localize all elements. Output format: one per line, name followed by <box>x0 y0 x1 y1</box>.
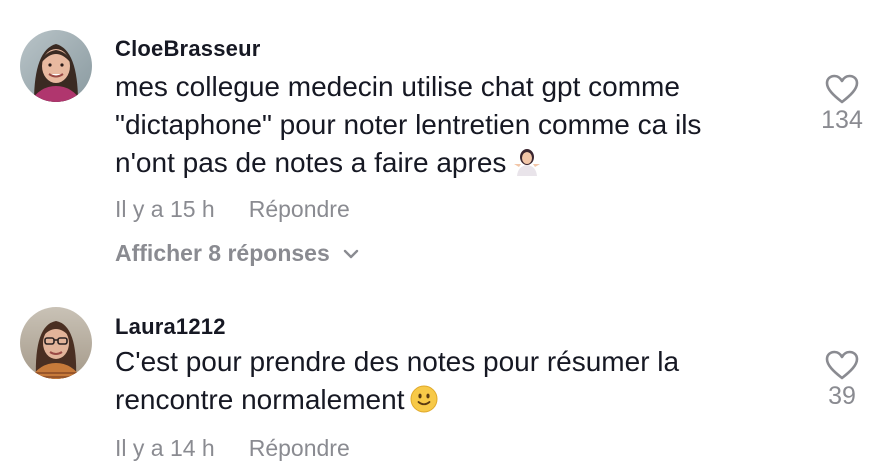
like-count: 134 <box>821 106 863 134</box>
avatar[interactable] <box>20 30 92 102</box>
comment-text-line: "dictaphone" pour noter lentretien comme… <box>115 109 702 140</box>
reply-button[interactable]: Répondre <box>249 196 350 222</box>
person-shrugging-emoji <box>512 146 542 186</box>
comment-list: CloeBrasseur mes collegue medecin utilis… <box>0 0 890 470</box>
comment-text-segment: n'ont pas de notes a faire apres <box>115 147 507 178</box>
like-control: 134 <box>812 74 872 135</box>
like-control: 39 <box>812 350 872 411</box>
comment-text: C'est pour prendre des notes pour résume… <box>115 343 795 423</box>
comment-item: CloeBrasseur mes collegue medecin utilis… <box>0 0 890 290</box>
comment-username[interactable]: CloeBrasseur <box>115 36 260 62</box>
heart-outline-icon[interactable] <box>825 74 859 104</box>
comment-time: Il y a 14 h <box>115 435 215 461</box>
comment-item: Laura1212 C'est pour prendre des notes p… <box>0 290 890 470</box>
view-replies-button[interactable]: Afficher 8 réponses <box>115 240 360 267</box>
comment-text-line: C'est pour prendre des notes pour résume… <box>115 346 680 377</box>
view-replies-label: Afficher 8 réponses <box>115 240 330 266</box>
comment-text-line: n'ont pas de notes a faire apres <box>115 144 795 186</box>
reply-button[interactable]: Répondre <box>249 435 350 461</box>
comment-username[interactable]: Laura1212 <box>115 314 226 340</box>
comment-time: Il y a 15 h <box>115 196 215 222</box>
heart-outline-icon[interactable] <box>825 350 859 380</box>
comment-text: mes collegue medecin utilise chat gpt co… <box>115 68 795 186</box>
comment-text-line: mes collegue medecin utilise chat gpt co… <box>115 71 680 102</box>
slightly-smiling-face-emoji <box>410 385 438 423</box>
chevron-down-icon <box>343 249 358 258</box>
comment-meta: Il y a 14 h Répondre <box>115 435 350 462</box>
comment-meta: Il y a 15 h Répondre <box>115 196 350 223</box>
comment-text-segment: rencontre normalement <box>115 384 405 415</box>
avatar[interactable] <box>20 307 92 379</box>
comment-text-line: rencontre normalement <box>115 381 795 423</box>
like-count: 39 <box>828 382 856 410</box>
